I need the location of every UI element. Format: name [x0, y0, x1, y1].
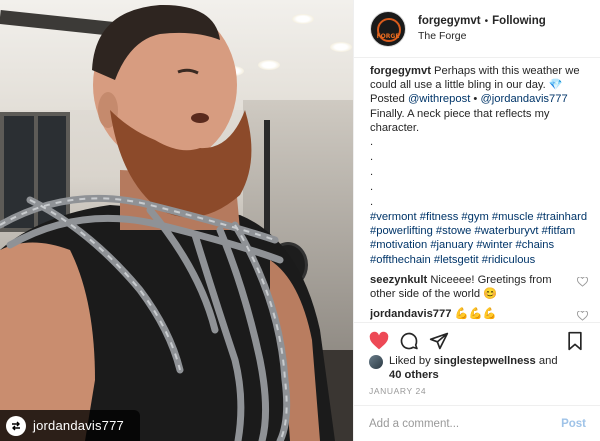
header-username[interactable]: forgegymvt [418, 15, 481, 27]
posted-label: Posted [370, 93, 405, 106]
liker-username[interactable]: singlestepwellness [434, 355, 536, 367]
post-date[interactable]: JANUARY 24 [369, 386, 426, 396]
hashtag[interactable]: #powerlifting [370, 225, 433, 237]
repost-icon [6, 415, 26, 436]
header-separator: • [484, 15, 489, 27]
hashtag[interactable]: #gym [461, 211, 488, 223]
post-photo[interactable]: jordandavis777 [0, 0, 353, 441]
hashtag[interactable]: #waterburyvt [474, 225, 538, 237]
share-plane-icon[interactable] [429, 331, 449, 351]
gem-emoji: 💎 [548, 79, 563, 92]
comment-bubble-icon[interactable] [399, 331, 419, 351]
caption-bullet: • [473, 93, 478, 106]
location-link[interactable]: The Forge [418, 30, 546, 42]
following-button[interactable]: Following [492, 15, 546, 27]
others-link[interactable]: 40 others [389, 369, 439, 381]
comment-username[interactable]: seezynkult [370, 274, 427, 286]
caption: forgegymvt Perhaps with this weather we … [370, 64, 588, 267]
withrepost-mention[interactable]: @withrepost [408, 93, 470, 105]
add-comment-bar: Post [353, 405, 600, 441]
comment-username[interactable]: jordandavis777 [370, 308, 451, 320]
hashtag[interactable]: #motivation [370, 239, 427, 251]
comment-like-icon[interactable] [577, 276, 588, 287]
profile-avatar[interactable]: FORGE [370, 10, 406, 47]
hashtag[interactable]: #ridiculous [482, 254, 535, 266]
photo-person [0, 4, 335, 441]
hashtag[interactable]: #letsgetit [434, 254, 479, 266]
likes-summary: Liked by singlestepwellness and 40 other… [369, 354, 558, 382]
hashtag[interactable]: #vermont [370, 211, 417, 223]
bookmark-icon[interactable] [565, 331, 585, 351]
hashtag[interactable]: #muscle [492, 211, 534, 223]
hashtag[interactable]: #chains [516, 239, 555, 251]
hashtag[interactable]: #fitfam [542, 225, 576, 237]
comment-text: 💪💪💪 [454, 308, 497, 321]
comment-input[interactable] [369, 417, 539, 430]
hashtag[interactable]: #trainhard [537, 211, 587, 223]
comment-like-icon[interactable] [577, 311, 588, 321]
repost-credit: jordandavis777 [0, 410, 140, 441]
hashtag[interactable]: #offthechain [370, 254, 431, 266]
liked-by-label: Liked by [389, 355, 431, 367]
post-header: FORGE forgegymvt • Following The Forge [354, 0, 600, 58]
liker-avatar[interactable] [369, 355, 383, 369]
likes-and: and [538, 355, 558, 367]
hashtag[interactable]: #fitness [420, 211, 459, 223]
post-comment-button[interactable]: Post [561, 418, 586, 430]
caption-text-2: Finally. A neck piece that reflects my c… [370, 107, 550, 134]
hashtag[interactable]: #winter [476, 239, 512, 251]
hashtag[interactable]: #january [430, 239, 473, 251]
hashtag[interactable]: #stowe [436, 225, 471, 237]
heart-filled-icon[interactable] [369, 331, 389, 351]
header-text: forgegymvt • Following The Forge [418, 15, 546, 42]
caption-dots: . . . . . [370, 136, 374, 209]
repost-credit-handle: jordandavis777 [33, 418, 124, 433]
caption-username[interactable]: forgegymvt [370, 65, 431, 77]
comment-item: seezynkult Niceeee! Greetings from other… [370, 273, 588, 301]
comments-list[interactable]: forgegymvt Perhaps with this weather we … [370, 64, 588, 322]
hashtag-list: #vermont #fitness #gym #muscle #trainhar… [370, 210, 588, 267]
comment-item: jordandavis777 💪💪💪 [370, 307, 588, 321]
user-mention[interactable]: @jordandavis777 [480, 93, 567, 105]
